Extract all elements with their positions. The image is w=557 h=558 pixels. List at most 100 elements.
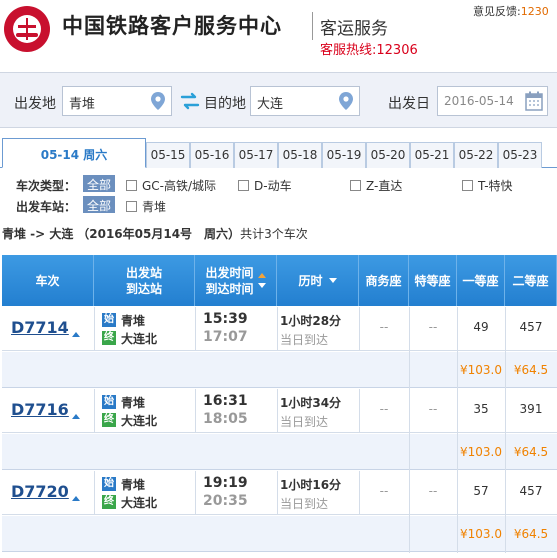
from-station: 青堆 bbox=[121, 314, 146, 328]
business-seat-count: -- bbox=[379, 402, 389, 416]
railway-logo-icon[interactable] bbox=[4, 6, 50, 52]
checkbox[interactable] bbox=[350, 180, 361, 191]
col-train[interactable]: 车次 bbox=[2, 255, 94, 306]
column-divider bbox=[505, 471, 506, 553]
col-stations[interactable]: 出发站 到达站 bbox=[94, 255, 195, 306]
station-all-button[interactable]: 全部 bbox=[83, 196, 116, 213]
train-number-link[interactable]: D7716 bbox=[11, 400, 69, 419]
first-class-count: 35 bbox=[473, 402, 489, 416]
col-second: 二等座 bbox=[505, 255, 557, 306]
table-row: D7720 始 青堆 终 大连北 19:19 20:35 1小时16分 当日到达… bbox=[2, 471, 557, 553]
departure-station-label: 出发车站： bbox=[16, 200, 77, 214]
end-station-icon: 终 bbox=[102, 331, 116, 345]
arrival-note: 当日到达 bbox=[280, 497, 329, 511]
filter-checkbox-z[interactable]: Z-直达 bbox=[350, 177, 402, 194]
departure-date-input[interactable]: 2016-05-14 bbox=[437, 86, 548, 116]
checkbox[interactable] bbox=[126, 180, 137, 191]
expand-arrow-icon[interactable] bbox=[72, 496, 80, 501]
to-label: 目的地 bbox=[204, 96, 246, 112]
second-class-price: ¥64.5 bbox=[513, 445, 549, 459]
end-station-icon: 终 bbox=[102, 413, 116, 427]
end-station-icon: 终 bbox=[102, 495, 116, 509]
train-info-row: D7714 始 青堆 终 大连北 15:39 17:07 1小时28分 当日到达… bbox=[2, 307, 557, 351]
from-station-input[interactable]: 青堆 bbox=[62, 86, 172, 116]
column-divider bbox=[359, 389, 360, 433]
expand-arrow-icon[interactable] bbox=[72, 414, 80, 419]
to-station-input[interactable]: 大连 bbox=[250, 86, 360, 116]
column-divider bbox=[359, 307, 360, 351]
column-divider bbox=[195, 471, 196, 515]
tab-date[interactable]: 05-17 bbox=[234, 142, 278, 168]
train-type-all-button[interactable]: 全部 bbox=[83, 175, 116, 192]
start-station-icon: 始 bbox=[102, 477, 116, 491]
tab-date[interactable]: 05-19 bbox=[322, 142, 366, 168]
col-times[interactable]: 出发时间 到达时间 bbox=[195, 255, 277, 306]
tab-date[interactable]: 05-15 bbox=[146, 142, 190, 168]
column-divider bbox=[94, 307, 95, 351]
filter-checkbox-t[interactable]: T-特快 bbox=[462, 177, 513, 194]
swap-stations-icon[interactable] bbox=[180, 92, 200, 110]
price-row: ¥103.0 ¥64.5 bbox=[2, 352, 557, 388]
train-info-row: D7720 始 青堆 终 大连北 19:19 20:35 1小时16分 当日到达… bbox=[2, 471, 557, 515]
to-station: 大连北 bbox=[121, 332, 158, 346]
from-station-value: 青堆 bbox=[69, 97, 96, 112]
first-class-count: 57 bbox=[473, 484, 489, 498]
column-divider bbox=[409, 389, 410, 471]
col-station-from: 出发站 bbox=[125, 265, 162, 280]
from-label: 出发地 bbox=[14, 96, 56, 112]
tab-date[interactable]: 05-23 bbox=[498, 142, 542, 168]
column-divider bbox=[277, 307, 278, 351]
arrival-note: 当日到达 bbox=[280, 333, 329, 347]
first-class-price: ¥103.0 bbox=[460, 363, 502, 377]
from-station: 青堆 bbox=[121, 478, 146, 492]
filter-checkbox-label: GC-高铁/城际 bbox=[142, 179, 217, 193]
col-first: 一等座 bbox=[457, 255, 505, 306]
tab-date-active[interactable]: 05-14 周六 bbox=[2, 138, 146, 168]
col-time-dep: 出发时间 bbox=[205, 265, 254, 280]
column-divider bbox=[94, 471, 95, 515]
sort-up-icon[interactable] bbox=[257, 273, 266, 278]
column-divider bbox=[277, 389, 278, 433]
sort-down-icon[interactable] bbox=[257, 283, 266, 288]
checkbox[interactable] bbox=[462, 180, 473, 191]
tab-date[interactable]: 05-16 bbox=[190, 142, 234, 168]
train-type-filter: 车次类型： 全部 GC-高铁/城际 D-动车 Z-直达 T-特快 bbox=[16, 175, 546, 194]
summary-date: 2016年05月14号 周六 bbox=[89, 227, 229, 241]
date-label: 出发日 bbox=[388, 96, 430, 112]
price-row: ¥103.0 ¥64.5 bbox=[2, 516, 557, 552]
calendar-icon[interactable] bbox=[525, 91, 543, 111]
tab-date[interactable]: 05-18 bbox=[278, 142, 322, 168]
train-info-row: D7716 始 青堆 终 大连北 16:31 18:05 1小时34分 当日到达… bbox=[2, 389, 557, 433]
column-divider bbox=[195, 389, 196, 433]
arrival-note: 当日到达 bbox=[280, 415, 329, 429]
feedback-link[interactable]: 意见反馈:1230 bbox=[473, 3, 549, 19]
col-duration[interactable]: 历时 bbox=[277, 255, 359, 306]
first-class-count: 49 bbox=[473, 320, 489, 334]
tab-date[interactable]: 05-21 bbox=[410, 142, 454, 168]
expand-arrow-icon[interactable] bbox=[72, 332, 80, 337]
special-seat-count: -- bbox=[428, 402, 438, 416]
price-row: ¥103.0 ¥64.5 bbox=[2, 434, 557, 470]
filter-checkbox-label: T-特快 bbox=[478, 179, 513, 193]
train-type-label: 车次类型： bbox=[16, 179, 77, 193]
train-number-link[interactable]: D7714 bbox=[11, 318, 69, 337]
filter-checkbox-gc[interactable]: GC-高铁/城际 bbox=[126, 177, 216, 194]
column-divider bbox=[277, 471, 278, 515]
arrival-time: 18:05 bbox=[203, 411, 248, 427]
location-pin-icon[interactable] bbox=[339, 92, 353, 110]
checkbox[interactable] bbox=[126, 201, 137, 212]
to-station-value: 大连 bbox=[257, 97, 284, 112]
second-class-count: 457 bbox=[519, 320, 543, 334]
location-pin-icon[interactable] bbox=[151, 92, 165, 110]
departure-station-filter: 出发车站： 全部 青堆 bbox=[16, 196, 546, 215]
train-number-link[interactable]: D7720 bbox=[11, 482, 69, 501]
first-class-price: ¥103.0 bbox=[460, 445, 502, 459]
business-seat-count: -- bbox=[379, 320, 389, 334]
checkbox[interactable] bbox=[238, 180, 249, 191]
tab-date[interactable]: 05-20 bbox=[366, 142, 410, 168]
tab-date[interactable]: 05-22 bbox=[454, 142, 498, 168]
filter-checkbox-d[interactable]: D-动车 bbox=[238, 177, 292, 194]
sort-down-icon[interactable] bbox=[328, 278, 337, 283]
filter-checkbox-station[interactable]: 青堆 bbox=[126, 198, 166, 215]
col-station-to: 到达站 bbox=[125, 281, 162, 296]
